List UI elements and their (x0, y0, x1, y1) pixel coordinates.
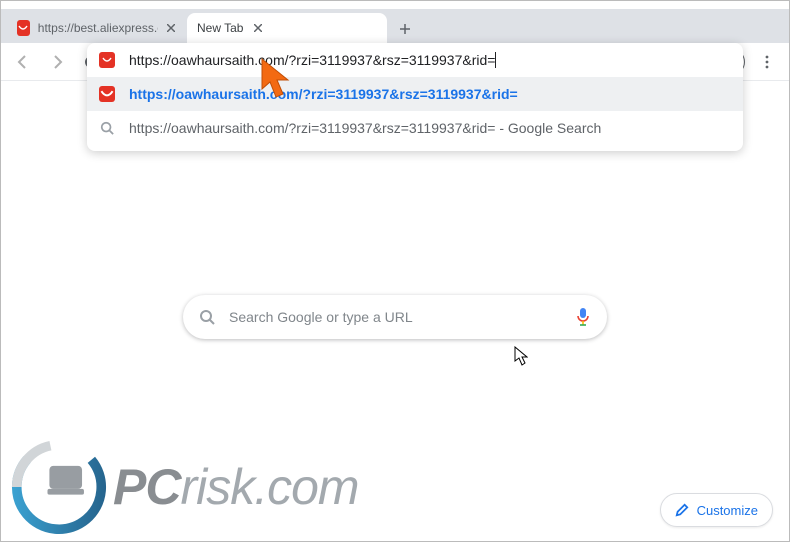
search-icon (199, 309, 215, 325)
omnibox-input-row[interactable]: https://oawhaursaith.com/?rzi=3119937&rs… (87, 43, 743, 77)
tab-new-tab[interactable]: New Tab (187, 13, 387, 43)
customize-button[interactable]: Customize (660, 493, 773, 527)
tab-title: New Tab (197, 21, 243, 35)
pcrisk-logo-icon (11, 439, 107, 535)
search-icon (99, 120, 115, 136)
tab-close-button[interactable] (251, 21, 265, 35)
tab-aliexpress[interactable]: https://best.aliexpress.com/?cv= (7, 13, 187, 43)
site-favicon-icon (99, 52, 115, 68)
menu-button[interactable] (751, 46, 783, 78)
omnibox-dropdown: https://oawhaursaith.com/?rzi=3119937&rs… (87, 43, 743, 151)
tab-strip: https://best.aliexpress.com/?cv= New Tab (1, 9, 789, 43)
site-favicon-icon (99, 86, 115, 102)
annotation-pointer-icon (258, 57, 300, 108)
customize-label: Customize (697, 503, 758, 518)
search-placeholder: Search Google or type a URL (229, 309, 575, 325)
omnibox-value: https://oawhaursaith.com/?rzi=3119937&rs… (129, 52, 731, 68)
pencil-icon (675, 503, 689, 517)
suggestion-text: https://oawhaursaith.com/?rzi=3119937&rs… (129, 86, 518, 102)
voice-search-icon[interactable] (575, 307, 591, 327)
search-box[interactable]: Search Google or type a URL (183, 295, 607, 339)
suggestion-text: https://oawhaursaith.com/?rzi=3119937&rs… (129, 120, 601, 136)
mouse-cursor-icon (514, 346, 528, 371)
aliexpress-favicon-icon (17, 20, 30, 36)
watermark-text: PCrisk.com (113, 458, 359, 516)
tab-title: https://best.aliexpress.com/?cv= (38, 21, 158, 35)
forward-button[interactable] (41, 46, 73, 78)
watermark: PCrisk.com (11, 439, 359, 535)
suggestion-row[interactable]: https://oawhaursaith.com/?rzi=3119937&rs… (87, 111, 743, 145)
tab-close-button[interactable] (166, 21, 177, 35)
new-tab-button[interactable] (391, 15, 419, 43)
suggestion-row[interactable]: https://oawhaursaith.com/?rzi=3119937&rs… (87, 77, 743, 111)
back-button[interactable] (7, 46, 39, 78)
